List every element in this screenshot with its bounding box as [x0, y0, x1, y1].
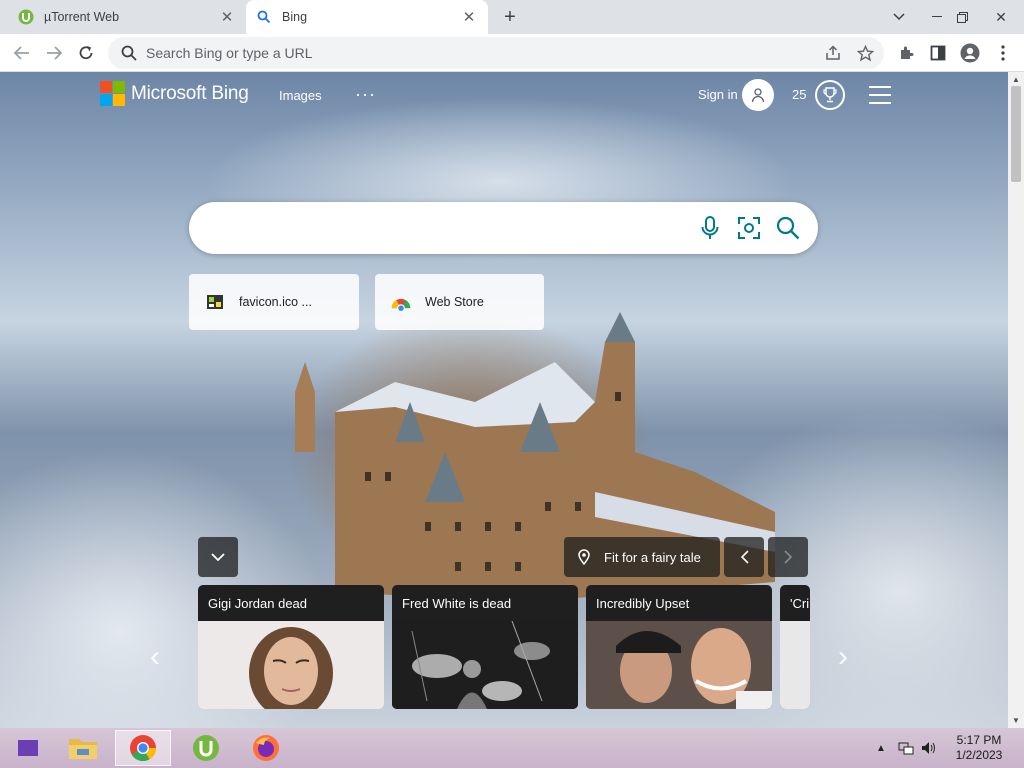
quick-link-label: favicon.ico ...: [239, 295, 312, 309]
quick-link-favicon[interactable]: favicon.ico ...: [189, 274, 359, 330]
windows-taskbar: ▲ 5:17 PM 1/2/2023: [0, 728, 1024, 768]
logo-square-green: [113, 81, 125, 93]
close-window-button[interactable]: ✕: [984, 0, 1018, 34]
images-link[interactable]: Images: [279, 88, 322, 103]
system-clock[interactable]: 5:17 PM 1/2/2023: [942, 733, 1016, 763]
windows-logo-icon: [18, 740, 38, 756]
logo-text: Microsoft Bing: [131, 82, 249, 104]
bing-homepage: Microsoft Bing Images ··· Sign in 25 fav…: [0, 72, 1008, 728]
kebab-menu-icon[interactable]: [993, 43, 1013, 63]
logo-square-blue: [100, 94, 112, 106]
location-pin-icon: [578, 549, 590, 565]
logo-square-red: [100, 81, 112, 93]
image-caption: Fit for a fairy tale: [604, 549, 701, 565]
news-card-title: Gigi Jordan dead: [208, 596, 308, 611]
news-card-image: [780, 621, 810, 709]
news-card[interactable]: Gigi Jordan dead: [198, 585, 384, 709]
clock-time: 5:17 PM: [956, 733, 1002, 747]
tab-title: µTorrent Web: [44, 10, 120, 24]
quick-link-web-store[interactable]: Web Store: [375, 274, 544, 330]
logo-square-yellow: [113, 94, 125, 106]
address-bar[interactable]: [108, 37, 884, 69]
clock-date: 1/2/2023: [955, 748, 1003, 762]
folder-icon: [69, 739, 97, 759]
chrome-web-store-icon: [391, 292, 411, 312]
microsoft-logo-icon: [100, 81, 125, 106]
favicon-icon: [205, 292, 225, 312]
start-button[interactable]: [0, 730, 56, 766]
news-card-title: 'Cri: [790, 596, 810, 611]
tab-utorrent[interactable]: µTorrent Web ✕: [8, 0, 246, 34]
sign-in-link[interactable]: Sign in: [698, 87, 738, 102]
tab-bing[interactable]: Bing ✕: [246, 0, 488, 34]
utorrent-icon: [193, 735, 219, 761]
profile-icon[interactable]: [960, 43, 980, 63]
address-input[interactable]: [146, 45, 746, 61]
tab-search-chevron-icon[interactable]: [882, 0, 916, 34]
more-menu-icon[interactable]: ···: [355, 84, 376, 105]
news-card-image: [198, 621, 384, 709]
bing-search-input[interactable]: [209, 216, 689, 234]
quick-link-label: Web Store: [425, 295, 484, 309]
firefox-taskbar-button[interactable]: [238, 730, 294, 766]
news-prev-arrow-icon[interactable]: ‹: [150, 642, 160, 672]
network-icon[interactable]: [897, 740, 915, 756]
news-card-image: [586, 621, 772, 709]
microphone-icon[interactable]: [697, 215, 723, 241]
show-hidden-icons-icon[interactable]: ▲: [872, 740, 890, 756]
news-next-arrow-icon[interactable]: ›: [838, 642, 848, 672]
forward-button[interactable]: [40, 39, 68, 67]
previous-image-button[interactable]: [724, 537, 764, 577]
tab-strip: µTorrent Web ✕ Bing ✕ + ✕: [0, 0, 1024, 34]
volume-icon[interactable]: [920, 740, 938, 756]
restore-button[interactable]: [945, 0, 979, 34]
chevron-right-icon: [783, 550, 792, 564]
search-icon: [256, 9, 272, 25]
bing-search-box[interactable]: [189, 202, 818, 254]
next-image-button[interactable]: [768, 537, 808, 577]
utorrent-icon: [18, 9, 34, 25]
utorrent-taskbar-button[interactable]: [178, 730, 234, 766]
search-icon: [121, 45, 137, 61]
close-tab-icon[interactable]: ✕: [460, 8, 478, 26]
chevron-left-icon: [740, 550, 749, 564]
news-card-title: Fred White is dead: [402, 596, 512, 611]
hamburger-menu-icon[interactable]: [869, 86, 891, 104]
chevron-down-icon: [211, 552, 225, 561]
news-card[interactable]: Incredibly Upset: [586, 585, 772, 709]
rewards-trophy-icon[interactable]: [815, 80, 845, 110]
user-avatar-icon[interactable]: [742, 79, 774, 111]
scroll-up-arrow-icon[interactable]: ▲: [1008, 72, 1024, 86]
news-card[interactable]: 'Cri: [780, 585, 810, 709]
chrome-icon: [130, 735, 157, 762]
side-panel-icon[interactable]: [928, 43, 948, 63]
new-tab-button[interactable]: +: [498, 5, 522, 29]
chrome-taskbar-button[interactable]: [115, 730, 171, 766]
browser-toolbar: [0, 34, 1024, 72]
close-tab-icon[interactable]: ✕: [218, 8, 236, 26]
reload-button[interactable]: [72, 39, 100, 67]
news-card-title: Incredibly Upset: [596, 596, 690, 611]
tab-title: Bing: [282, 10, 308, 24]
file-explorer-taskbar-button[interactable]: [55, 730, 111, 766]
back-button[interactable]: [8, 39, 36, 67]
news-card[interactable]: Fred White is dead: [392, 585, 578, 709]
image-info-button[interactable]: Fit for a fairy tale: [564, 537, 720, 577]
firefox-icon: [253, 735, 279, 761]
visual-search-icon[interactable]: [736, 215, 762, 241]
bookmark-star-icon[interactable]: [856, 44, 874, 62]
news-card-image: [392, 621, 578, 709]
microsoft-bing-logo[interactable]: Microsoft Bing: [100, 81, 249, 106]
scroll-down-arrow-icon[interactable]: ▼: [1008, 713, 1024, 727]
collapse-feed-button[interactable]: [198, 537, 238, 577]
search-submit-icon[interactable]: [775, 215, 801, 241]
scrollbar-thumb[interactable]: [1011, 86, 1021, 182]
share-icon[interactable]: [824, 44, 842, 62]
extensions-icon[interactable]: [896, 43, 916, 63]
rewards-points[interactable]: 25: [792, 87, 806, 102]
